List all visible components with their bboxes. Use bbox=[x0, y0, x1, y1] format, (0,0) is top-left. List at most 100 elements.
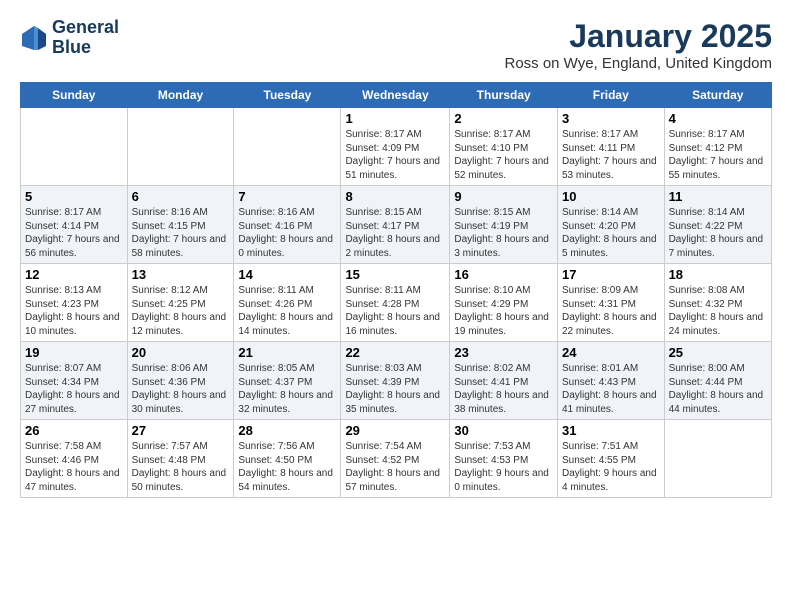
cell-info: Sunrise: 7:53 AMSunset: 4:53 PMDaylight:… bbox=[454, 440, 553, 494]
cell-info: Sunrise: 8:08 AMSunset: 4:32 PMDaylight:… bbox=[669, 284, 767, 338]
day-number: 25 bbox=[669, 345, 767, 360]
cell-info: Sunrise: 8:03 AMSunset: 4:39 PMDaylight:… bbox=[345, 362, 445, 416]
page: General Blue January 2025 Ross on Wye, E… bbox=[0, 0, 792, 512]
cell-info: Sunrise: 7:58 AMSunset: 4:46 PMDaylight:… bbox=[25, 440, 123, 494]
month-title: January 2025 bbox=[504, 18, 772, 55]
day-number: 9 bbox=[454, 189, 553, 204]
calendar-cell: 17 Sunrise: 8:09 AMSunset: 4:31 PMDayligh… bbox=[558, 264, 665, 342]
calendar-table: SundayMondayTuesdayWednesdayThursdayFrid… bbox=[20, 82, 772, 498]
calendar-cell: 21 Sunrise: 8:05 AMSunset: 4:37 PMDayligh… bbox=[234, 342, 341, 420]
cell-info: Sunrise: 8:13 AMSunset: 4:23 PMDaylight:… bbox=[25, 284, 123, 338]
cell-info: Sunrise: 7:54 AMSunset: 4:52 PMDaylight:… bbox=[345, 440, 445, 494]
cell-info: Sunrise: 8:17 AMSunset: 4:10 PMDaylight:… bbox=[454, 128, 553, 182]
cell-info: Sunrise: 8:06 AMSunset: 4:36 PMDaylight:… bbox=[132, 362, 230, 416]
calendar-cell: 11 Sunrise: 8:14 AMSunset: 4:22 PMDayligh… bbox=[664, 186, 771, 264]
title-block: January 2025 Ross on Wye, England, Unite… bbox=[504, 18, 772, 72]
day-number: 20 bbox=[132, 345, 230, 360]
cell-info: Sunrise: 8:14 AMSunset: 4:20 PMDaylight:… bbox=[562, 206, 660, 260]
day-number: 21 bbox=[238, 345, 336, 360]
cell-info: Sunrise: 8:05 AMSunset: 4:37 PMDaylight:… bbox=[238, 362, 336, 416]
calendar-cell: 25 Sunrise: 8:00 AMSunset: 4:44 PMDayligh… bbox=[664, 342, 771, 420]
day-number: 26 bbox=[25, 423, 123, 438]
logo: General Blue bbox=[20, 18, 119, 58]
day-header-wednesday: Wednesday bbox=[341, 83, 450, 108]
day-number: 12 bbox=[25, 267, 123, 282]
cell-info: Sunrise: 8:12 AMSunset: 4:25 PMDaylight:… bbox=[132, 284, 230, 338]
cell-info: Sunrise: 8:17 AMSunset: 4:14 PMDaylight:… bbox=[25, 206, 123, 260]
day-number: 16 bbox=[454, 267, 553, 282]
calendar-cell: 5 Sunrise: 8:17 AMSunset: 4:14 PMDaylight… bbox=[21, 186, 128, 264]
cell-info: Sunrise: 8:11 AMSunset: 4:28 PMDaylight:… bbox=[345, 284, 445, 338]
cell-info: Sunrise: 8:10 AMSunset: 4:29 PMDaylight:… bbox=[454, 284, 553, 338]
calendar-cell: 7Sunrise: 8:16 AMSunset: 4:16 PMDaylight… bbox=[234, 186, 341, 264]
calendar-cell: 23 Sunrise: 8:02 AMSunset: 4:41 PMDayligh… bbox=[450, 342, 558, 420]
calendar-cell: 12 Sunrise: 8:13 AMSunset: 4:23 PMDayligh… bbox=[21, 264, 128, 342]
calendar-cell: 1 Sunrise: 8:17 AMSunset: 4:09 PMDaylight… bbox=[341, 108, 450, 186]
cell-info: Sunrise: 8:09 AMSunset: 4:31 PMDaylight:… bbox=[562, 284, 660, 338]
day-number: 27 bbox=[132, 423, 230, 438]
day-header-tuesday: Tuesday bbox=[234, 83, 341, 108]
day-number: 28 bbox=[238, 423, 336, 438]
calendar-cell: 18 Sunrise: 8:08 AMSunset: 4:32 PMDayligh… bbox=[664, 264, 771, 342]
day-number: 4 bbox=[669, 111, 767, 126]
day-number: 19 bbox=[25, 345, 123, 360]
day-number: 18 bbox=[669, 267, 767, 282]
calendar-cell: 20 Sunrise: 8:06 AMSunset: 4:36 PMDayligh… bbox=[127, 342, 234, 420]
calendar-cell: 22 Sunrise: 8:03 AMSunset: 4:39 PMDayligh… bbox=[341, 342, 450, 420]
day-number: 24 bbox=[562, 345, 660, 360]
day-number: 1 bbox=[345, 111, 445, 126]
day-number: 23 bbox=[454, 345, 553, 360]
calendar-cell: 31 Sunrise: 7:51 AMSunset: 4:55 PMDayligh… bbox=[558, 420, 665, 498]
calendar-cell: 15 Sunrise: 8:11 AMSunset: 4:28 PMDayligh… bbox=[341, 264, 450, 342]
calendar-cell: 3Sunrise: 8:17 AMSunset: 4:11 PMDaylight… bbox=[558, 108, 665, 186]
cell-info: Sunrise: 8:14 AMSunset: 4:22 PMDaylight:… bbox=[669, 206, 767, 260]
day-number: 2 bbox=[454, 111, 553, 126]
cell-info: Sunrise: 8:11 AMSunset: 4:26 PMDaylight:… bbox=[238, 284, 336, 338]
calendar-cell: 4 Sunrise: 8:17 AMSunset: 4:12 PMDaylight… bbox=[664, 108, 771, 186]
day-number: 11 bbox=[669, 189, 767, 204]
calendar-cell: 10 Sunrise: 8:14 AMSunset: 4:20 PMDayligh… bbox=[558, 186, 665, 264]
logo-text: General Blue bbox=[52, 18, 119, 58]
day-header-friday: Friday bbox=[558, 83, 665, 108]
calendar-cell: 6 Sunrise: 8:16 AMSunset: 4:15 PMDaylight… bbox=[127, 186, 234, 264]
calendar-cell: 24 Sunrise: 8:01 AMSunset: 4:43 PMDayligh… bbox=[558, 342, 665, 420]
day-number: 10 bbox=[562, 189, 660, 204]
day-number: 31 bbox=[562, 423, 660, 438]
cell-info: Sunrise: 8:16 AMSunset: 4:15 PMDaylight:… bbox=[132, 206, 230, 260]
calendar-cell: 30 Sunrise: 7:53 AMSunset: 4:53 PMDayligh… bbox=[450, 420, 558, 498]
day-number: 6 bbox=[132, 189, 230, 204]
cell-info: Sunrise: 8:17 AMSunset: 4:12 PMDaylight:… bbox=[669, 128, 767, 182]
cell-info: Sunrise: 8:01 AMSunset: 4:43 PMDaylight:… bbox=[562, 362, 660, 416]
cell-info: Sunrise: 8:17 AMSunset: 4:09 PMDaylight:… bbox=[345, 128, 445, 182]
calendar-cell: 8Sunrise: 8:15 AMSunset: 4:17 PMDaylight… bbox=[341, 186, 450, 264]
day-header-thursday: Thursday bbox=[450, 83, 558, 108]
day-number: 13 bbox=[132, 267, 230, 282]
calendar-cell: 26 Sunrise: 7:58 AMSunset: 4:46 PMDayligh… bbox=[21, 420, 128, 498]
calendar-cell bbox=[21, 108, 128, 186]
day-number: 29 bbox=[345, 423, 445, 438]
day-header-saturday: Saturday bbox=[664, 83, 771, 108]
logo-icon bbox=[20, 24, 48, 52]
calendar-cell: 2 Sunrise: 8:17 AMSunset: 4:10 PMDaylight… bbox=[450, 108, 558, 186]
cell-info: Sunrise: 7:51 AMSunset: 4:55 PMDaylight:… bbox=[562, 440, 660, 494]
location-subtitle: Ross on Wye, England, United Kingdom bbox=[504, 55, 772, 72]
calendar-cell: 19Sunrise: 8:07 AMSunset: 4:34 PMDayligh… bbox=[21, 342, 128, 420]
cell-info: Sunrise: 8:00 AMSunset: 4:44 PMDaylight:… bbox=[669, 362, 767, 416]
calendar-cell: 13 Sunrise: 8:12 AMSunset: 4:25 PMDayligh… bbox=[127, 264, 234, 342]
day-number: 22 bbox=[345, 345, 445, 360]
day-number: 15 bbox=[345, 267, 445, 282]
calendar-cell bbox=[234, 108, 341, 186]
day-header-monday: Monday bbox=[127, 83, 234, 108]
cell-info: Sunrise: 8:15 AMSunset: 4:17 PMDaylight:… bbox=[345, 206, 445, 260]
cell-info: Sunrise: 8:02 AMSunset: 4:41 PMDaylight:… bbox=[454, 362, 553, 416]
cell-info: Sunrise: 8:16 AMSunset: 4:16 PMDaylight:… bbox=[238, 206, 336, 260]
calendar-cell bbox=[127, 108, 234, 186]
cell-info: Sunrise: 7:57 AMSunset: 4:48 PMDaylight:… bbox=[132, 440, 230, 494]
day-number: 14 bbox=[238, 267, 336, 282]
day-number: 17 bbox=[562, 267, 660, 282]
day-number: 5 bbox=[25, 189, 123, 204]
day-number: 30 bbox=[454, 423, 553, 438]
cell-info: Sunrise: 8:15 AMSunset: 4:19 PMDaylight:… bbox=[454, 206, 553, 260]
calendar-cell: 28Sunrise: 7:56 AMSunset: 4:50 PMDayligh… bbox=[234, 420, 341, 498]
calendar-cell: 14 Sunrise: 8:11 AMSunset: 4:26 PMDayligh… bbox=[234, 264, 341, 342]
